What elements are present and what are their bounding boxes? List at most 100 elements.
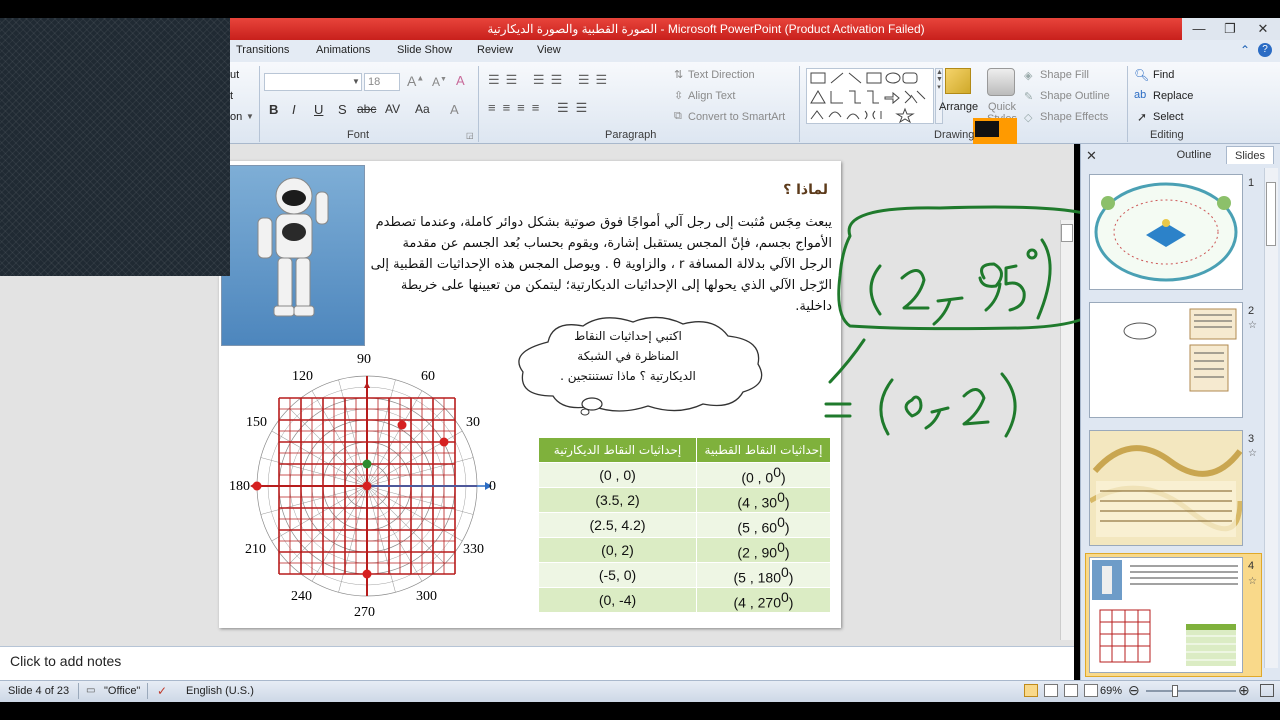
- text-direction-button[interactable]: Text Direction: [688, 69, 755, 81]
- spellcheck-icon[interactable]: ✓: [157, 684, 167, 698]
- slide-counter: Slide 4 of 23: [8, 685, 70, 697]
- degree-mark: 0: [781, 589, 789, 606]
- shape-effects-icon[interactable]: ◇: [1024, 111, 1032, 124]
- replace-button[interactable]: Replace: [1153, 90, 1193, 102]
- zoom-level[interactable]: 69%: [1100, 685, 1122, 697]
- angle-label-210: 210: [245, 542, 266, 557]
- tab-outline[interactable]: Outline: [1163, 146, 1225, 164]
- slide-number-1: 1: [1248, 177, 1255, 189]
- shapes-gallery[interactable]: [806, 68, 934, 124]
- tab-slide-show[interactable]: Slide Show: [397, 44, 452, 56]
- reading-view-icon[interactable]: [1064, 684, 1078, 697]
- zoom-slider-thumb[interactable]: [1172, 685, 1178, 697]
- panel-scroll-thumb[interactable]: [1266, 182, 1276, 246]
- align-text-button[interactable]: Align Text: [688, 90, 736, 102]
- list-buttons[interactable]: ☰☰ ☰☰ ☰☰: [488, 72, 613, 88]
- zoom-slider[interactable]: [1146, 690, 1236, 692]
- notes-placeholder[interactable]: Click to add notes: [10, 653, 121, 669]
- polar-close: ): [788, 594, 794, 611]
- align-text-icon[interactable]: ⇳: [674, 89, 683, 102]
- arrange-button[interactable]: Arrange: [939, 101, 978, 113]
- shadow-button[interactable]: S: [338, 102, 347, 117]
- gallery-scroll[interactable]: ▲ ▼ ▾: [935, 68, 943, 124]
- shape-fill-button[interactable]: Shape Fill: [1040, 69, 1089, 81]
- find-button[interactable]: Find: [1153, 69, 1174, 81]
- polar-cell: (2 , 900): [696, 537, 831, 563]
- robot-image[interactable]: [221, 165, 365, 346]
- grow-font-icon[interactable]: A▲: [407, 73, 424, 89]
- chevron-down-icon[interactable]: ▼: [352, 77, 360, 86]
- minimize-ribbon-icon[interactable]: ⌃: [1240, 43, 1250, 57]
- cartesian-cell: (2.5, 4.2): [538, 512, 697, 538]
- chevron-down-icon[interactable]: ▼: [246, 112, 254, 121]
- clipboard-cut-label[interactable]: ut: [230, 69, 239, 81]
- polar-cell: (5 , 600): [696, 512, 831, 538]
- polar-value: (2 , 90: [737, 544, 778, 561]
- find-icon[interactable]: 🔍︎: [1134, 68, 1149, 82]
- normal-view-icon[interactable]: [1024, 684, 1038, 697]
- coordinates-table[interactable]: إحداثيات النقاط الديكارتية إحداثيات النق…: [538, 437, 831, 613]
- tab-review[interactable]: Review: [477, 44, 513, 56]
- alignment-buttons[interactable]: ≡≡≡≡ ☰☰: [488, 100, 594, 116]
- arrange-icon[interactable]: [945, 68, 971, 94]
- tab-slides[interactable]: Slides: [1226, 146, 1274, 164]
- shape-outline-button[interactable]: Shape Outline: [1040, 90, 1110, 102]
- tab-transitions[interactable]: Transitions: [236, 44, 289, 56]
- theme-name: "Office": [104, 685, 141, 697]
- replace-icon[interactable]: ab: [1134, 89, 1146, 101]
- thumb4-art: [1092, 560, 1238, 666]
- maximize-button[interactable]: ❐: [1215, 20, 1245, 38]
- close-button[interactable]: ✕: [1248, 20, 1278, 38]
- italic-button[interactable]: I: [292, 102, 296, 117]
- help-icon[interactable]: ?: [1258, 43, 1272, 57]
- polar-close: ): [788, 569, 794, 586]
- font-color-button[interactable]: A: [450, 102, 459, 117]
- slide-thumbnail-2[interactable]: [1089, 302, 1243, 418]
- slide-thumbnail-4[interactable]: [1089, 557, 1243, 673]
- text-direction-icon[interactable]: ⇅: [674, 68, 683, 81]
- tab-view[interactable]: View: [537, 44, 561, 56]
- tab-animations[interactable]: Animations: [316, 44, 370, 56]
- table-row: (0, -4) (4 , 2700): [538, 587, 831, 613]
- quick-styles-icon[interactable]: [987, 68, 1015, 96]
- header-cartesian: إحداثيات النقاط الديكارتية: [538, 437, 697, 463]
- minimize-button[interactable]: —: [1184, 20, 1214, 38]
- slide-thumbnail-3[interactable]: [1088, 430, 1243, 546]
- shrink-font-icon[interactable]: A▼: [432, 75, 447, 89]
- fit-to-window-icon[interactable]: [1260, 684, 1274, 697]
- polar-cell: (4 , 2700): [696, 587, 831, 613]
- thumb3-art: [1088, 431, 1243, 545]
- slide-number-4: 4: [1248, 560, 1255, 572]
- notes-pane[interactable]: [0, 646, 1074, 680]
- font-size-combo[interactable]: 18: [364, 73, 400, 91]
- clipboard-copy-label[interactable]: t: [230, 90, 233, 102]
- char-spacing-button[interactable]: AV: [385, 102, 400, 116]
- convert-smartart-button[interactable]: Convert to SmartArt: [688, 111, 785, 123]
- slideshow-icon[interactable]: [1084, 684, 1098, 697]
- zoom-in-icon[interactable]: ⊕: [1238, 682, 1250, 699]
- select-icon[interactable]: ➚: [1137, 110, 1147, 124]
- dialog-launcher-icon[interactable]: ◲: [466, 131, 474, 140]
- clear-formatting-icon[interactable]: A: [456, 73, 465, 88]
- close-panel-icon[interactable]: ✕: [1086, 148, 1097, 164]
- shape-outline-icon[interactable]: ✎: [1024, 90, 1033, 103]
- select-button[interactable]: Select: [1153, 111, 1184, 123]
- slide-thumbnail-1[interactable]: [1089, 174, 1243, 290]
- angle-label-90: 90: [357, 352, 371, 367]
- polar-value: (5 , 180: [733, 569, 781, 586]
- zoom-out-icon[interactable]: ⊖: [1128, 682, 1140, 699]
- font-name-combo[interactable]: [264, 73, 362, 91]
- bold-button[interactable]: B: [269, 102, 278, 117]
- shape-fill-icon[interactable]: ◈: [1024, 69, 1032, 82]
- underline-button[interactable]: U: [314, 102, 323, 117]
- cloud-line-3: الديكارتية ؟ ماذا تستنتجين .: [560, 369, 696, 383]
- table-row: (-5, 0) (5 , 1800): [538, 562, 831, 588]
- smartart-icon[interactable]: ⧉: [674, 110, 682, 123]
- clipboard-format-label[interactable]: on: [230, 111, 242, 123]
- strikethrough-button[interactable]: abc: [357, 102, 376, 116]
- change-case-button[interactable]: Aa: [415, 102, 430, 116]
- language-indicator[interactable]: English (U.S.): [186, 685, 254, 697]
- slide-sorter-icon[interactable]: [1044, 684, 1058, 697]
- shape-effects-button[interactable]: Shape Effects: [1040, 111, 1108, 123]
- slide-number-2: 2: [1248, 305, 1255, 317]
